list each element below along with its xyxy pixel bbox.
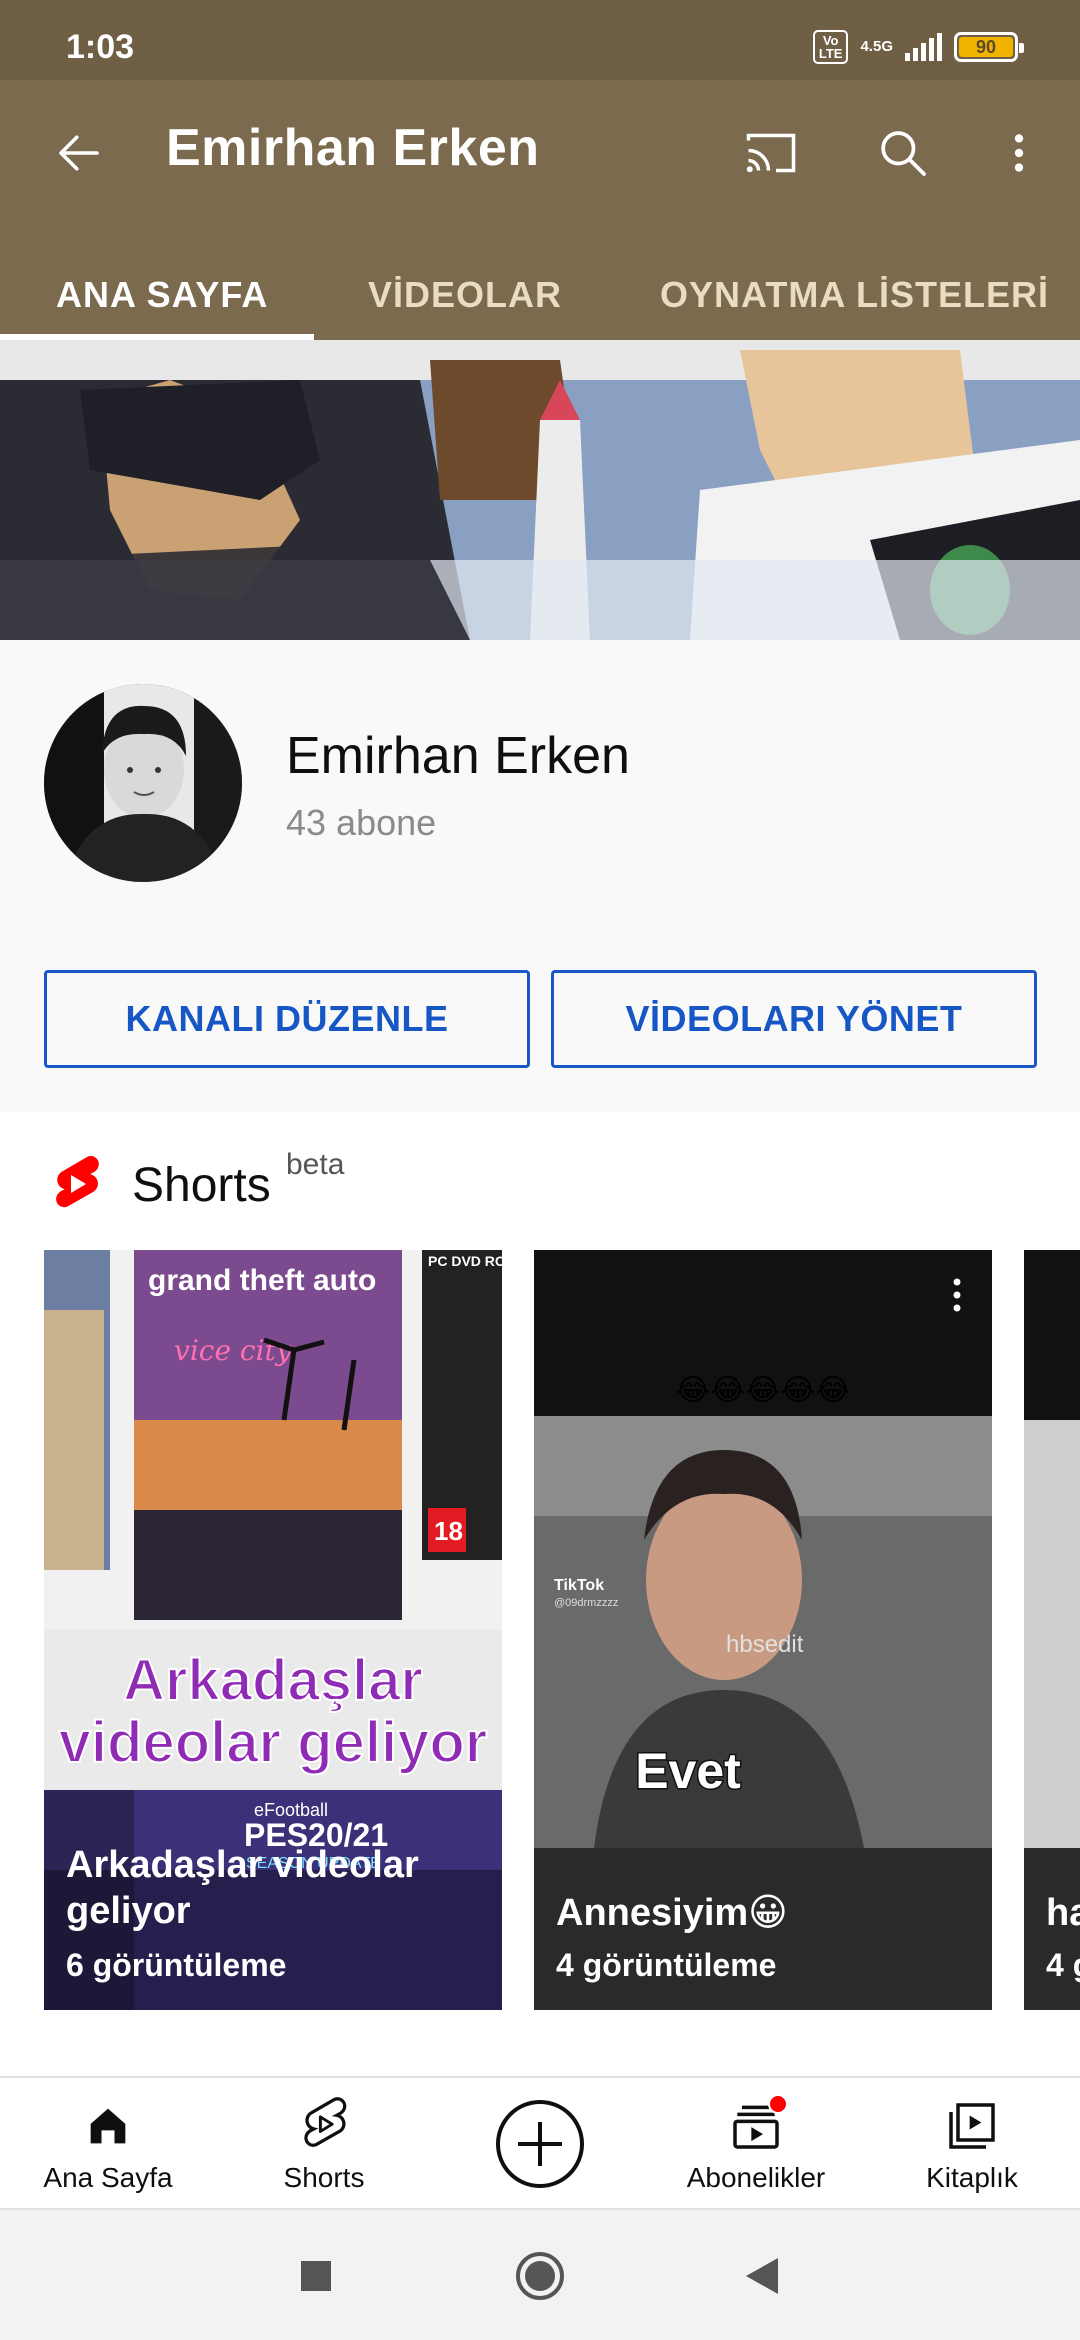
manage-videos-button[interactable]: VİDEOLARI YÖNET [551, 970, 1037, 1068]
tab-playlists[interactable]: OYNATMA LİSTELERİ [660, 250, 1049, 340]
create-icon [496, 2100, 584, 2188]
status-indicators: Vo LTE 4.5G 90 [812, 30, 1024, 64]
nav-create[interactable] [432, 2078, 648, 2210]
pc-dvd-text: PC DVD ROM [428, 1253, 502, 1269]
app-bar: Emirhan Erken ANA SAYFA VİDEOLAR OYNATMA… [0, 80, 1080, 340]
beta-badge: beta [286, 1148, 345, 1181]
edit-channel-button[interactable]: KANALI DÜZENLE [44, 970, 530, 1068]
thumb-caption-line2: videolar geliyor [59, 1710, 488, 1775]
short-views: 4 g [1046, 1947, 1080, 1983]
channel-info: Emirhan Erken 43 abone KANALI DÜZENLE Vİ… [0, 640, 1080, 1110]
back-system-button[interactable] [732, 2246, 792, 2306]
short-card[interactable]: ha 4 g [1024, 1250, 1080, 2010]
nav-subscriptions-label: Abonelikler [686, 2162, 826, 2193]
channel-tabs: ANA SAYFA VİDEOLAR OYNATMA LİSTELERİ [0, 250, 1080, 340]
cast-icon [746, 133, 796, 173]
library-icon [949, 2103, 995, 2149]
search-icon [881, 131, 926, 176]
short-more-button[interactable] [942, 1270, 972, 1320]
nav-subscriptions[interactable]: Abonelikler [648, 2078, 864, 2210]
notification-dot [768, 2094, 788, 2114]
status-bar: 1:03 Vo LTE 4.5G 90 [0, 0, 1080, 80]
bottom-navigation: Ana Sayfa Shorts Abonelikler Kitaplık [0, 2076, 1080, 2208]
subscriber-count: 43 abone [286, 802, 437, 843]
tiktok-text: TikTok [554, 1577, 604, 1594]
arrow-left-icon [59, 135, 99, 171]
more-vertical-icon [953, 1278, 961, 1312]
tiktok-user-text: @09drmzzzz [554, 1597, 618, 1609]
thumb-caption: Evet [635, 1743, 741, 1799]
signal-icon [905, 33, 942, 61]
status-time: 1:03 [66, 28, 135, 66]
nav-shorts[interactable]: Shorts [216, 2078, 432, 2210]
shorts-icon [304, 2097, 347, 2147]
home-system-button[interactable] [510, 2246, 570, 2306]
tab-home[interactable]: ANA SAYFA [56, 250, 268, 340]
shorts-logo-icon [56, 1155, 99, 1208]
gta-title-text: grand theft auto [148, 1264, 376, 1297]
nav-library-label: Kitaplık [926, 2162, 1018, 2193]
nav-library[interactable]: Kitaplık [864, 2078, 1080, 2210]
short-title: Arkadaşlar videolar geliyor [66, 1844, 419, 1932]
short-views: 4 görüntüleme [556, 1947, 777, 1983]
thumb-emojis: 😂😂😂😂😂 [675, 1374, 850, 1407]
channel-name: Emirhan Erken [286, 727, 630, 785]
triangle-back-icon [746, 2258, 778, 2294]
vice-city-text: vice city [174, 1334, 293, 1367]
more-options-button[interactable] [984, 118, 1054, 188]
battery-level: 90 [959, 37, 1013, 57]
more-vertical-icon [1014, 134, 1024, 172]
battery-icon: 90 [954, 32, 1024, 62]
channel-banner [0, 340, 1080, 640]
nav-home[interactable]: Ana Sayfa [0, 2078, 216, 2210]
short-card[interactable]: grand theft auto vice city PC DVD ROM 18… [44, 1250, 502, 2010]
system-navigation-bar [0, 2208, 1080, 2340]
circle-icon [516, 2252, 564, 2300]
home-icon [90, 2108, 126, 2144]
shorts-carousel[interactable]: grand theft auto vice city PC DVD ROM 18… [0, 1250, 1080, 2010]
shorts-section-title: Shorts [132, 1159, 271, 1212]
network-type: 4.5G [860, 38, 893, 55]
nav-home-label: Ana Sayfa [43, 2162, 173, 2193]
short-card[interactable]: 😂😂😂😂😂 TikTok @09drmzzzz hbsedit Evet Ann… [534, 1250, 992, 2010]
tab-videos[interactable]: VİDEOLAR [368, 250, 562, 340]
back-button[interactable] [44, 118, 114, 188]
square-icon [301, 2261, 331, 2291]
nav-shorts-label: Shorts [283, 2162, 365, 2193]
short-title: ha [1046, 1892, 1080, 1934]
shorts-section: Shorts beta grand theft auto vice city P… [0, 1112, 1080, 2076]
volte-icon: Vo LTE [812, 30, 849, 64]
rating-badge-text: 18 [434, 1516, 463, 1546]
watermark-text: hbsedit [726, 1631, 804, 1658]
cast-button[interactable] [736, 118, 806, 188]
avatar[interactable] [44, 684, 242, 882]
thumb-caption-line1: Arkadaşlar [123, 1648, 423, 1713]
recents-button[interactable] [286, 2246, 346, 2306]
search-button[interactable] [868, 118, 938, 188]
page-title: Emirhan Erken [166, 119, 540, 177]
short-views: 6 görüntüleme [66, 1947, 287, 1983]
short-title: Annesiyim😀 [556, 1892, 788, 1934]
